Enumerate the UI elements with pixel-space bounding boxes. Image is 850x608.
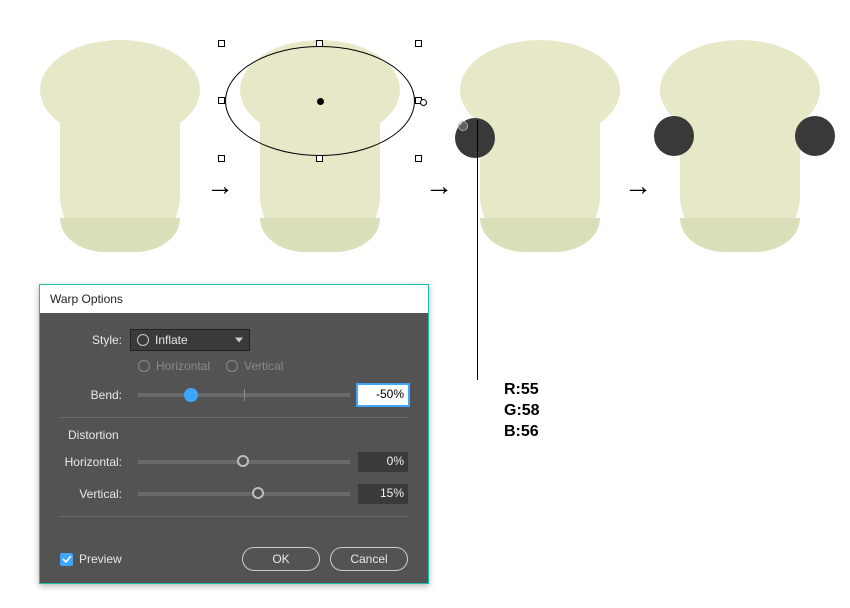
shape-step-1 — [40, 20, 200, 260]
dist-h-value-input[interactable]: 0% — [358, 452, 408, 472]
orientation-horizontal-radio[interactable]: Horizontal — [138, 359, 210, 373]
rgb-r: R:55 — [504, 380, 540, 401]
dist-h-label: Horizontal: — [60, 455, 130, 469]
rgb-g: G:58 — [504, 401, 540, 422]
dist-v-slider[interactable] — [138, 492, 350, 496]
arrow-right-icon: → — [206, 170, 234, 202]
rgb-b: B:56 — [504, 422, 540, 443]
annotation-connector-line — [477, 120, 478, 380]
style-select[interactable]: Inflate — [130, 329, 250, 351]
selection-side-widget[interactable] — [420, 99, 427, 106]
radio-label: Vertical — [244, 359, 283, 373]
checkbox-checked-icon — [60, 553, 73, 566]
resize-handle[interactable] — [218, 155, 225, 162]
inflate-style-icon — [137, 334, 149, 346]
resize-handle[interactable] — [415, 40, 422, 47]
resize-handle[interactable] — [316, 155, 323, 162]
style-value: Inflate — [155, 333, 188, 347]
style-label: Style: — [60, 333, 130, 347]
rgb-annotation: R:55 G:58 B:56 — [504, 380, 540, 442]
distortion-section-label: Distortion — [68, 428, 408, 442]
resize-handle[interactable] — [415, 155, 422, 162]
bend-label: Bend: — [60, 388, 130, 402]
dialog-title: Warp Options — [40, 285, 428, 313]
preview-label: Preview — [79, 552, 122, 566]
resize-handle[interactable] — [316, 40, 323, 47]
cancel-button[interactable]: Cancel — [330, 547, 408, 571]
resize-handle[interactable] — [218, 97, 225, 104]
dist-v-value-input[interactable]: 15% — [358, 484, 408, 504]
ok-button[interactable]: OK — [242, 547, 320, 571]
bend-value-input[interactable]: -50% — [358, 385, 408, 405]
ear-shape — [795, 116, 835, 156]
chevron-down-icon — [235, 338, 243, 343]
radio-label: Horizontal — [156, 359, 210, 373]
ear-shape — [654, 116, 694, 156]
radio-icon — [138, 360, 150, 372]
anchor-point-indicator — [458, 121, 468, 131]
slider-thumb[interactable] — [237, 455, 249, 467]
preview-checkbox[interactable]: Preview — [60, 552, 122, 566]
orientation-vertical-radio[interactable]: Vertical — [226, 359, 283, 373]
arrow-right-icon: → — [425, 170, 453, 202]
slider-thumb[interactable] — [252, 487, 264, 499]
radio-icon — [226, 360, 238, 372]
dist-v-label: Vertical: — [60, 487, 130, 501]
illustration-canvas: → → → — [0, 20, 850, 280]
slider-thumb[interactable] — [184, 388, 198, 402]
dist-h-slider[interactable] — [138, 460, 350, 464]
resize-handle[interactable] — [218, 40, 225, 47]
warp-options-dialog: Warp Options Style: Inflate Horizontal V… — [39, 284, 429, 584]
bend-slider[interactable] — [138, 393, 350, 397]
arrow-right-icon: → — [624, 170, 652, 202]
selection-center-point[interactable] — [317, 98, 324, 105]
